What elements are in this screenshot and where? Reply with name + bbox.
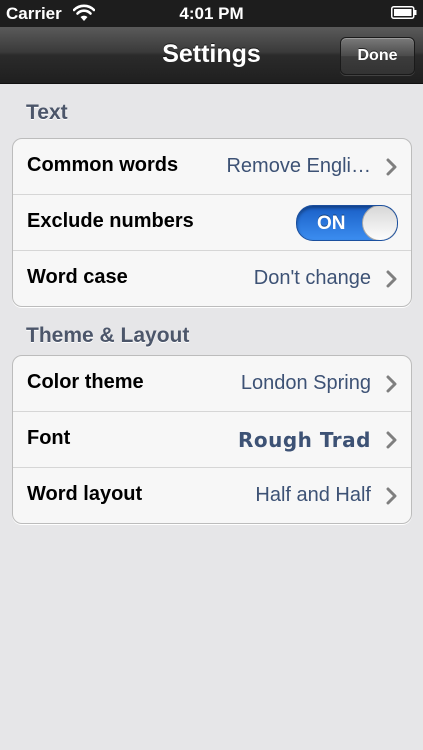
settings-group-text: Common words Remove Engli… Exclude numbe…	[12, 138, 412, 307]
chevron-right-icon	[386, 431, 397, 449]
toggle-label: ON	[317, 213, 346, 234]
settings-group-theme-layout: Color theme London Spring Font Rough Tra…	[12, 355, 412, 524]
toggle-knob[interactable]	[362, 206, 397, 240]
chevron-right-icon	[386, 487, 397, 505]
row-label: Word case	[27, 266, 128, 288]
row-common-words[interactable]: Common words Remove Engli…	[13, 139, 411, 194]
row-label: Word layout	[27, 483, 143, 505]
row-word-case[interactable]: Word case Don't change	[13, 250, 411, 306]
row-label: Color theme	[27, 371, 144, 393]
row-label: Exclude numbers	[27, 210, 194, 232]
row-color-theme[interactable]: Color theme London Spring	[13, 356, 411, 411]
battery-icon	[391, 6, 417, 19]
row-value: Rough Trad	[237, 428, 371, 452]
row-value: Don't change	[253, 267, 371, 289]
row-word-layout[interactable]: Word layout Half and Half	[13, 467, 411, 523]
row-exclude-numbers: Exclude numbers ON	[13, 194, 411, 250]
section-header-theme-layout: Theme & Layout	[26, 324, 190, 347]
navigation-bar: Settings Done	[0, 27, 423, 84]
chevron-right-icon	[386, 158, 397, 176]
row-label: Font	[27, 427, 71, 449]
chevron-right-icon	[386, 375, 397, 393]
done-button[interactable]: Done	[340, 37, 415, 75]
exclude-numbers-toggle[interactable]: ON	[296, 205, 398, 241]
status-time: 4:01 PM	[179, 4, 244, 23]
status-bar: Carrier 4:01 PM	[0, 0, 423, 27]
row-label: Common words	[27, 154, 179, 176]
row-value: Half and Half	[255, 484, 371, 506]
chevron-right-icon	[386, 270, 397, 288]
row-font[interactable]: Font Rough Trad	[13, 411, 411, 467]
row-value: London Spring	[240, 372, 371, 394]
section-header-text: Text	[26, 101, 68, 124]
row-value: Remove Engli…	[226, 155, 371, 177]
